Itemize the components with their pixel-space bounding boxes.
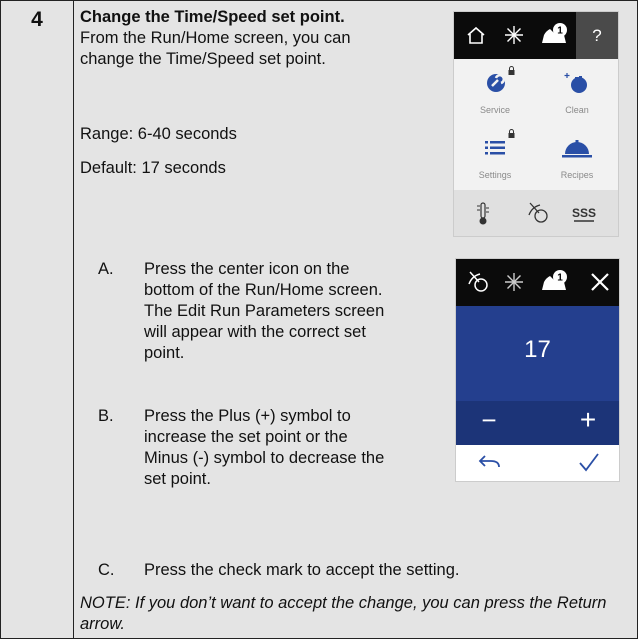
list-icon [485,140,505,156]
edit-run-parameters-screen: 1 17 − + [455,258,620,482]
notification-badge-icon: 1 [540,268,570,294]
clean-tile[interactable]: Clean [536,59,618,125]
note-text: NOTE: If you don’t want to accept the ch… [80,594,607,633]
speed-dial-icon [466,270,490,294]
clean-hand-icon [564,69,590,95]
plus-minus-bar: − + [456,401,619,445]
close-icon[interactable] [590,272,610,292]
minus-button[interactable]: − [474,405,504,436]
check-mark-icon[interactable] [578,452,600,472]
sparkle-icon[interactable] [504,25,524,45]
edit-top-bar: 1 [456,259,619,306]
list-text: Press the check mark to accept the setti… [144,561,460,579]
sparkle-icon [504,272,524,292]
tile-label: Settings [478,170,512,180]
intro-paragraph: Change the Time/Speed set point. From th… [80,7,380,70]
lock-icon [508,129,515,138]
home-icon[interactable] [466,26,486,45]
thermometer-icon[interactable] [476,202,490,226]
speed-dial-icon[interactable] [526,201,550,225]
tile-label: Clean [565,105,589,115]
tile-label: Service [479,105,510,115]
range-text: Range: 6-40 seconds [80,125,237,143]
home-bottom-bar: SSS [454,190,618,236]
run-home-screen: 1 ? Service Clean Settings Recipes SSS [453,11,619,237]
tile-label: Recipes [560,170,594,180]
step-number-column: 4 [1,1,74,638]
step-number: 4 [31,8,43,31]
set-point-display: 17 [456,306,619,401]
wrench-icon [484,71,508,95]
plus-button[interactable]: + [573,404,603,436]
list-letter: C. [98,561,115,579]
badge-count: 1 [557,273,563,284]
intro-heading: Change the Time/Speed set point. [80,8,345,26]
heat-label: SSS [572,206,596,220]
set-point-value: 17 [524,336,551,363]
cloche-icon [562,140,592,158]
default-text: Default: 17 seconds [80,159,226,177]
service-tile[interactable]: Service [454,59,536,125]
action-bar [456,445,619,481]
badge-count: 1 [557,26,563,37]
list-letter: B. [98,407,114,425]
help-label: ? [592,26,602,45]
list-text: Press the Plus (+) symbol to increase th… [144,407,385,488]
settings-tile[interactable]: Settings [454,125,536,190]
heat-icon[interactable]: SSS [572,204,596,224]
intro-body: From the Run/Home screen, you can change… [80,29,351,68]
recipes-tile[interactable]: Recipes [536,125,618,190]
notification-badge-icon[interactable]: 1 [540,21,570,47]
help-button[interactable]: ? [576,12,618,59]
list-letter: A. [98,260,114,278]
home-top-bar: 1 ? [454,12,618,59]
return-arrow-icon[interactable] [477,455,501,473]
list-text: Press the center icon on the bottom of t… [144,260,385,362]
lock-icon [508,66,515,75]
